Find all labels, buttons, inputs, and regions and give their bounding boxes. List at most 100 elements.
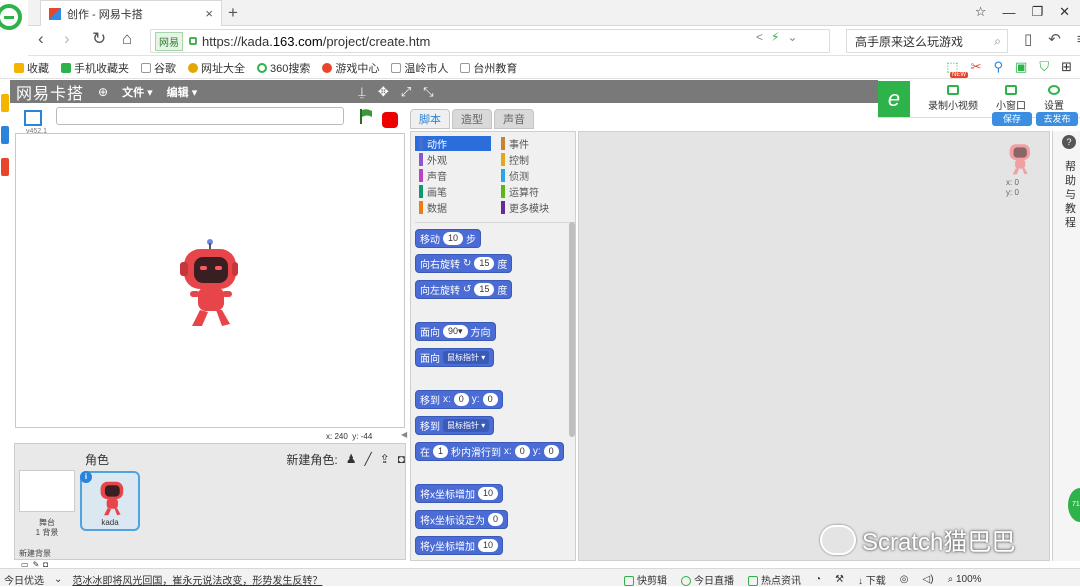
download-link[interactable]: ↓ 下载 [858,572,886,587]
phone-icon[interactable]: ▯ [1024,30,1032,48]
shrink-icon[interactable]: ⤡ [423,84,433,100]
url-input[interactable]: 网易 https://kada.163.com/project/create.h… [150,29,830,53]
search-icon[interactable]: ⌕ [994,34,1001,49]
script-area[interactable] [578,131,1050,561]
green-flag-icon[interactable] [358,108,374,124]
window-skin-icon[interactable]: ☆ [975,4,987,20]
category-item[interactable]: 动作 [415,136,491,151]
block-move[interactable]: 移动 10 步 [415,229,482,248]
tab-sounds[interactable]: 声音 [494,109,534,129]
undo-icon[interactable]: ↶ [1048,30,1061,48]
block-change-y[interactable]: 将y坐标增加 10 [415,536,504,555]
key-icon[interactable]: ⚲ [994,59,1004,75]
category-item[interactable]: 外观 [415,152,491,167]
tab-costumes[interactable]: 造型 [452,109,492,129]
sidebar-app-icon[interactable] [1,126,9,144]
camera-icon[interactable]: ◘ [398,452,405,466]
category-item[interactable]: 控制 [497,152,573,167]
block-turn-left[interactable]: 向左旋转 ↺ 15 度 [415,280,513,299]
scissors-icon[interactable]: ✂ [971,59,982,75]
new-tab-button[interactable]: + [228,3,238,23]
category-item[interactable]: 数据 [415,200,491,215]
forward-button[interactable]: › [64,29,70,49]
globe-icon[interactable]: ⊕ [98,85,108,99]
live-link[interactable]: 今日直播 [681,572,734,587]
lightning-icon[interactable]: ⚡ [771,30,779,44]
category-item[interactable]: 画笔 [415,184,491,199]
menu-edit[interactable]: 编辑 ▾ [167,84,198,100]
block-turn-right[interactable]: 向右旋转 ↻ 15 度 [415,254,513,273]
back-button[interactable]: ‹ [38,29,44,49]
block-set-x[interactable]: 将x坐标设定为 0 [415,510,509,529]
kada-robot-sprite[interactable] [178,238,238,330]
grow-icon[interactable]: ⤢ [401,84,411,100]
tool-icon[interactable]: ⚒ [835,574,844,585]
record-video-button[interactable]: 录制小视频 [928,85,978,112]
bookmark-wenling[interactable]: 温岭市人 [391,60,448,76]
menu-file[interactable]: 文件 ▾ [122,84,153,100]
stop-button[interactable] [382,112,398,128]
save-button[interactable]: 保存 [992,112,1032,126]
zoom-level[interactable]: ⌕ 100% [948,574,982,585]
home-button[interactable]: ⌂ [122,29,132,49]
bookmark-google[interactable]: 谷歌 [141,60,176,76]
sound-icon[interactable]: ◁) [923,574,934,585]
window-minimize-button[interactable]: — [1002,5,1015,20]
help-icon[interactable]: ? [1062,135,1076,149]
bookmark-games[interactable]: 游戏中心 [322,60,379,76]
stage-canvas[interactable] [15,133,405,428]
apps-icon[interactable]: ⊞ [1061,59,1072,75]
sprite-library-icon[interactable]: ♟ [346,452,357,466]
category-item[interactable]: 运算符 [497,184,573,199]
bookmark-favorites[interactable]: 收藏 [14,60,49,76]
window-restore-button[interactable]: ❐ [1031,4,1043,20]
window-close-button[interactable]: ✕ [1059,4,1070,20]
project-title-input[interactable] [56,107,344,125]
bookmark-taizhou[interactable]: 台州教育 [460,60,517,76]
stamp-icon[interactable]: ⍊ [358,84,366,100]
settings-button[interactable]: 设置 [1044,85,1064,112]
block-point-towards[interactable]: 面向 鼠标指针 ▾ [415,348,495,367]
block-change-x[interactable]: 将x坐标增加 10 [415,484,504,503]
quick-edit-link[interactable]: 快剪辑 [624,572,667,587]
block-glide[interactable]: 在 1 秒内滑行到 x: 0 y: 0 [415,442,564,461]
gamepad-icon[interactable]: ▣ [1015,59,1027,75]
category-item[interactable]: 侦测 [497,168,573,183]
sidebar-app-icon[interactable] [1,158,9,176]
refresh-button[interactable]: ↻ [92,29,106,49]
upload-icon[interactable]: ⇪ [380,452,390,466]
block-goto-xy[interactable]: 移到 x: 0 y: 0 [415,390,503,409]
kada-logo[interactable]: 网易卡搭 [16,80,84,104]
sidebar-app-icon[interactable] [1,94,9,112]
tab-close-icon[interactable]: × [205,6,213,21]
fullscreen-icon[interactable] [24,110,42,126]
block-point-direction[interactable]: 面向 90▾ 方向 [415,322,496,341]
browser-tab[interactable]: 创作 - 网易卡搭 × [40,0,222,26]
cut-tool-icon[interactable]: ✥ [378,84,389,100]
share-icon[interactable]: < [756,30,763,44]
bookmark-360search[interactable]: 360搜索 [257,60,310,76]
search-input[interactable]: 高手原来这么玩游戏 ⌕ [846,29,1008,53]
shield-icon[interactable]: ⛉ [1039,59,1049,75]
chevron-down-icon[interactable]: ⌄ [787,30,797,44]
bookmark-mobile[interactable]: 手机收藏夹 [61,60,129,76]
daily-picks-label[interactable]: 今日优选 [4,572,44,587]
hot-news-link[interactable]: 热点资讯 [748,572,801,587]
help-tutorial-label[interactable]: 帮助与教程 [1065,160,1077,230]
mini-window-button[interactable]: 小窗口 [996,85,1026,112]
palette-scrollbar[interactable] [569,222,575,437]
news-ticker-link[interactable]: 范冰冰即将风光回国，崔永元说法改变，形势发生反转？ [72,572,322,587]
pane-collapse-icon[interactable]: ◀ [401,430,407,439]
publish-button[interactable]: 去发布 [1036,112,1078,126]
category-item[interactable]: 事件 [497,136,573,151]
bookmark-hao[interactable]: 网址大全 [188,60,245,76]
info-icon[interactable]: i [80,471,92,483]
block-goto[interactable]: 移到 鼠标指针 ▾ [415,416,495,435]
tab-scripts[interactable]: 脚本 [410,109,450,129]
category-item[interactable]: 声音 [415,168,491,183]
browser-icon[interactable]: ◎ [900,574,909,585]
stage-thumbnail[interactable] [19,470,75,512]
accelerate-icon[interactable]: ◔ [815,574,821,585]
category-item[interactable]: 更多模块 [497,200,573,215]
paint-brush-icon[interactable]: ╱ [364,452,371,466]
